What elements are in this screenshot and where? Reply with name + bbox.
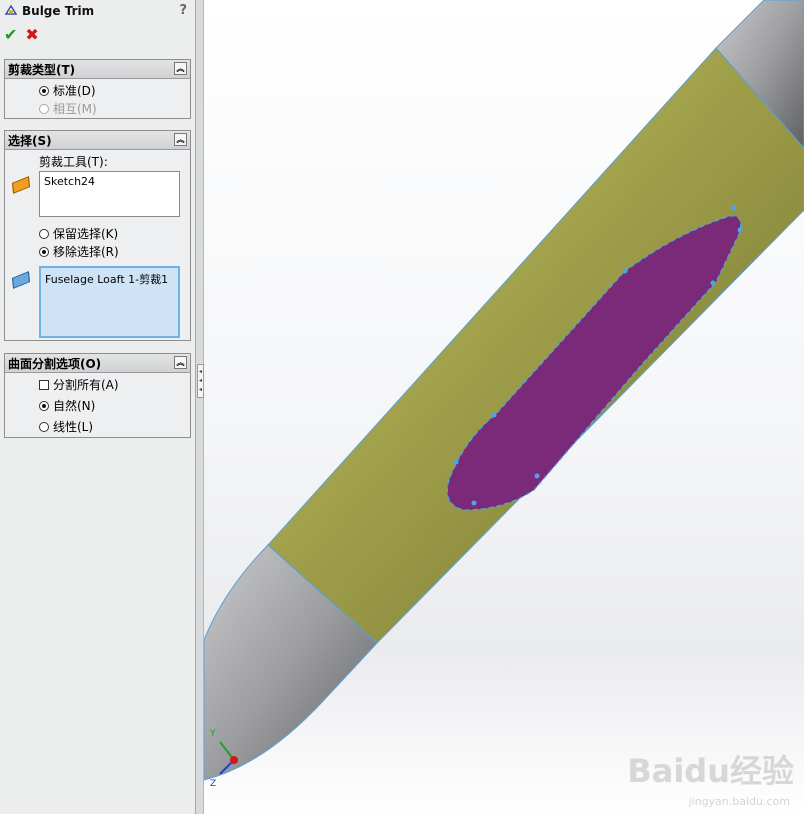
- graphics-viewport[interactable]: Y Z Baidu经验 jingyan.baidu.com: [204, 0, 804, 814]
- trim-type-header[interactable]: 剪裁类型(T) ︽: [5, 60, 190, 79]
- radio-remove-label: 移除选择(R): [53, 245, 119, 259]
- radio-linear[interactable]: 线性(L): [39, 418, 93, 435]
- radio-remove-indicator[interactable]: [39, 246, 49, 257]
- radio-standard-label: 标准(D): [53, 84, 96, 98]
- panel-title-bar: Bulge Trim ?: [0, 0, 195, 22]
- trim-tool-label: 剪裁工具(T):: [39, 155, 108, 169]
- radio-standard-indicator[interactable]: [39, 85, 49, 96]
- model-view[interactable]: Y Z: [204, 0, 804, 814]
- surface-selection-icon: [11, 271, 31, 289]
- trim-type-group: 剪裁类型(T) ︽ 标准(D) 相互(M): [4, 59, 191, 119]
- selection-group: 选择(S) ︽ 剪裁工具(T): Sketch24 保留选择(K) 移除选择(R…: [4, 130, 191, 341]
- collapse-chevron-icon[interactable]: ︽: [174, 62, 187, 75]
- trim-tool-item[interactable]: Sketch24: [44, 175, 95, 188]
- surface-item[interactable]: Fuselage Loaft 1-剪裁1: [45, 273, 168, 286]
- split-options-header-label: 曲面分割选项(O): [8, 356, 102, 371]
- radio-mutual: 相互(M): [39, 100, 97, 117]
- selection-header[interactable]: 选择(S) ︽: [5, 131, 190, 150]
- split-options-group: 曲面分割选项(O) ︽ 分割所有(A) 自然(N) 线性(L): [4, 353, 191, 438]
- triad-y-label: Y: [209, 729, 216, 739]
- checkbox-split-all[interactable]: 分割所有(A): [39, 376, 119, 393]
- checkbox-split-all-box[interactable]: [39, 379, 49, 390]
- collapse-chevron-icon[interactable]: ︽: [174, 133, 187, 146]
- radio-natural-indicator[interactable]: [39, 400, 49, 411]
- radio-linear-indicator[interactable]: [39, 421, 49, 432]
- triad-z-label: Z: [210, 779, 216, 789]
- radio-mutual-label: 相互(M): [53, 102, 97, 116]
- ok-button[interactable]: ✔: [4, 25, 17, 44]
- watermark-logo: Baidu经验: [627, 752, 794, 790]
- panel-splitter[interactable]: [196, 0, 204, 814]
- panel-title: Bulge Trim: [22, 4, 95, 18]
- radio-keep-label: 保留选择(K): [53, 227, 119, 241]
- split-options-header[interactable]: 曲面分割选项(O) ︽: [5, 354, 190, 373]
- radio-standard[interactable]: 标准(D): [39, 82, 96, 99]
- radio-natural[interactable]: 自然(N): [39, 397, 95, 414]
- cancel-button[interactable]: ✖: [25, 25, 38, 44]
- watermark-url: jingyan.baidu.com: [688, 795, 790, 808]
- trim-tool-selection-icon: [11, 176, 31, 194]
- trim-tool-listbox[interactable]: Sketch24: [39, 171, 180, 217]
- radio-mutual-indicator: [39, 103, 49, 114]
- surface-listbox[interactable]: Fuselage Loaft 1-剪裁1: [39, 266, 180, 338]
- property-manager-panel: Bulge Trim ? ✔ ✖ 剪裁类型(T) ︽ 标准(D) 相互(M) 选…: [0, 0, 196, 814]
- collapse-chevron-icon[interactable]: ︽: [174, 356, 187, 369]
- radio-keep-selection[interactable]: 保留选择(K): [39, 225, 118, 242]
- radio-remove-selection[interactable]: 移除选择(R): [39, 243, 119, 260]
- panel-collapse-grip[interactable]: ◂ ◂ ◂: [197, 364, 204, 398]
- radio-natural-label: 自然(N): [53, 399, 96, 413]
- trim-type-header-label: 剪裁类型(T): [8, 62, 76, 77]
- radio-keep-indicator[interactable]: [39, 228, 49, 239]
- help-icon[interactable]: ?: [179, 3, 187, 18]
- selection-header-label: 选择(S): [8, 133, 52, 148]
- trim-tool-label-row: 剪裁工具(T):: [39, 153, 108, 170]
- action-row: ✔ ✖: [0, 22, 195, 46]
- radio-linear-label: 线性(L): [53, 420, 94, 434]
- checkbox-split-all-label: 分割所有(A): [53, 378, 119, 392]
- bulge-trim-icon: [4, 4, 18, 15]
